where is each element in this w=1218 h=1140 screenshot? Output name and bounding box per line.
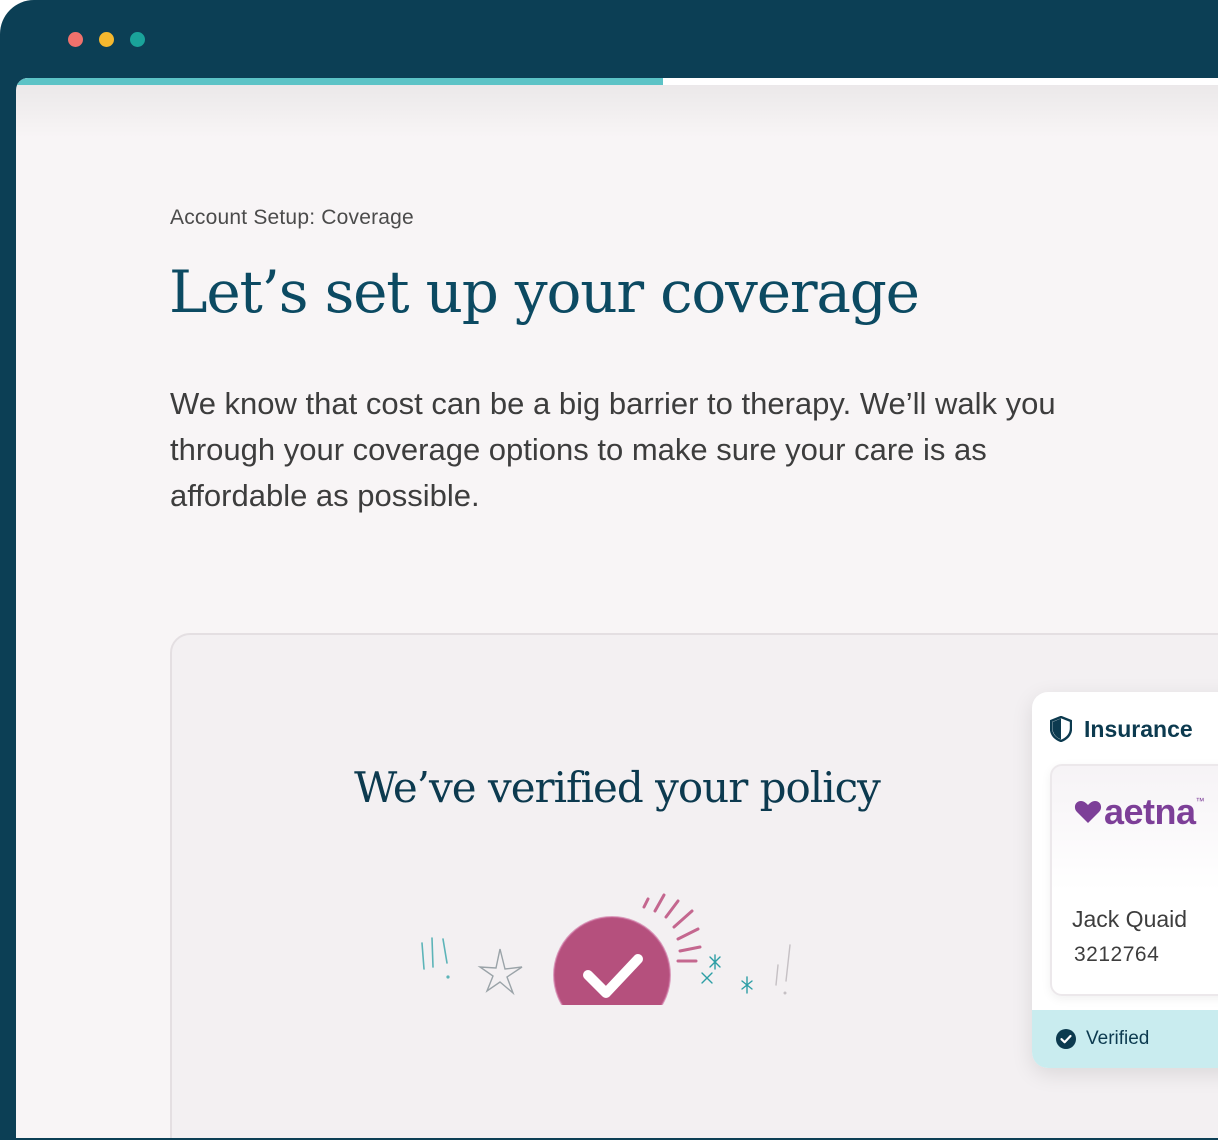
close-window-button[interactable]	[68, 32, 83, 47]
heart-icon	[1074, 801, 1102, 823]
shield-icon	[1050, 716, 1072, 742]
check-circle-icon	[553, 916, 671, 1005]
carrier-logo-tm: ™	[1195, 796, 1205, 806]
carrier-logo: aetna ™	[1074, 794, 1205, 830]
carrier-logo-text: aetna	[1104, 791, 1196, 832]
verified-label: Verified	[1086, 1028, 1150, 1049]
progress-bar-fill	[16, 78, 663, 85]
minimize-window-button[interactable]	[99, 32, 114, 47]
maximize-window-button[interactable]	[130, 32, 145, 47]
header-shadow	[16, 78, 1218, 138]
exclaim-doodle-icon	[775, 944, 791, 995]
insurance-header: Insurance	[1050, 714, 1193, 744]
progress-bar	[16, 78, 1218, 85]
verified-status-badge: Verified	[1032, 1010, 1218, 1068]
intro-text: We know that cost can be a big barrier t…	[170, 386, 1056, 513]
verified-check-icon	[1056, 1029, 1076, 1049]
app-window: Account Setup: Coverage Let’s set up you…	[0, 0, 1218, 1140]
insurance-panel: Insurance aetna ™ Jack Quaid 3212764 Ver…	[1032, 692, 1218, 1068]
verification-title: We’ve verified your policy	[354, 763, 881, 812]
page-title: Let’s set up your coverage	[169, 258, 920, 326]
page-content: Account Setup: Coverage Let’s set up you…	[16, 78, 1218, 1138]
insurance-title: Insurance	[1084, 715, 1193, 742]
sparkle-doodle-icon	[421, 937, 450, 979]
insurance-member-card[interactable]: aetna ™ Jack Quaid 3212764	[1050, 764, 1218, 996]
star-doodle-icon	[477, 948, 523, 996]
member-name: Jack Quaid	[1072, 906, 1188, 932]
verified-illustration	[421, 893, 791, 1005]
asterisk-doodle-icon	[701, 954, 753, 994]
step-label: Account Setup: Coverage	[170, 206, 414, 229]
member-id: 3212764	[1074, 943, 1160, 966]
